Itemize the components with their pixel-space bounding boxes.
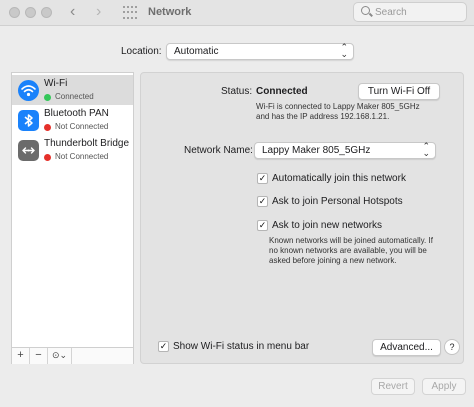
location-label: Location:: [121, 46, 162, 57]
service-status: Not Connected: [55, 122, 109, 131]
new-networks-label: Ask to join new networks: [272, 220, 383, 231]
service-name: Thunderbolt Bridge: [44, 138, 130, 149]
auto-join-checkbox[interactable]: ✓: [257, 173, 268, 184]
detail-panel: Status: Connected Turn Wi-Fi Off Wi-Fi i…: [140, 72, 464, 364]
personal-hotspots-checkbox[interactable]: ✓: [257, 196, 268, 207]
zoom-window-button[interactable]: [41, 7, 52, 18]
service-list: Wi-Fi Connected Bluetooth PAN Not Connec…: [11, 72, 134, 364]
status-dot-icon: [44, 154, 51, 161]
thunderbolt-bridge-icon: [18, 140, 39, 161]
turn-wifi-off-button[interactable]: Turn Wi-Fi Off: [358, 83, 440, 100]
show-menu-bar-checkbox[interactable]: ✓: [158, 341, 169, 352]
new-networks-checkbox[interactable]: ✓: [257, 220, 268, 231]
back-icon[interactable]: ‹: [70, 3, 75, 21]
service-status: Not Connected: [55, 152, 109, 161]
show-all-grid-icon[interactable]: [123, 6, 137, 20]
status-dot-icon: [44, 94, 51, 101]
help-button[interactable]: ?: [444, 339, 460, 355]
apply-button[interactable]: Apply: [422, 378, 466, 395]
join-note-line-1: Known networks will be joined automatica…: [269, 236, 433, 245]
action-menu-button[interactable]: ⊙⌄: [48, 348, 72, 364]
service-status: Connected: [55, 92, 94, 101]
personal-hotspots-label: Ask to join Personal Hotspots: [272, 196, 403, 207]
service-name: Bluetooth PAN: [44, 108, 109, 119]
status-description-line-1: Wi-Fi is connected to Lappy Maker 805_5G…: [256, 102, 420, 111]
advanced-button[interactable]: Advanced...: [372, 339, 441, 356]
remove-service-button[interactable]: −: [30, 348, 48, 364]
wifi-icon: [18, 80, 39, 101]
add-service-button[interactable]: +: [12, 348, 30, 364]
network-name-label: Network Name:: [184, 145, 253, 156]
service-item-wifi[interactable]: Wi-Fi Connected: [12, 75, 133, 105]
join-note-line-3: asked before joining a new network.: [269, 256, 397, 265]
search-placeholder: Search: [375, 7, 407, 18]
bluetooth-icon: [18, 110, 39, 131]
minimize-window-button[interactable]: [25, 7, 36, 18]
service-item-thunderbolt-bridge[interactable]: Thunderbolt Bridge Not Connected: [12, 135, 133, 165]
service-list-toolbar: + − ⊙⌄: [12, 347, 133, 364]
status-value: Connected: [256, 86, 308, 97]
title-bar: ‹ › Network Search: [0, 0, 474, 26]
status-dot-icon: [44, 124, 51, 131]
join-note-line-2: no known networks are available, you wil…: [269, 246, 427, 255]
location-value: Automatic: [174, 46, 219, 57]
close-window-button[interactable]: [9, 7, 20, 18]
auto-join-label: Automatically join this network: [272, 173, 406, 184]
show-menu-bar-label: Show Wi-Fi status in menu bar: [173, 341, 310, 352]
window-title: Network: [148, 6, 192, 18]
network-name-popup[interactable]: Lappy Maker 805_5GHz ⌃ ⌄: [254, 142, 436, 159]
status-label: Status:: [221, 86, 253, 97]
status-description-line-2: and has the IP address 192.168.1.21.: [256, 112, 390, 121]
search-field[interactable]: Search: [353, 2, 467, 22]
forward-icon[interactable]: ›: [96, 3, 101, 21]
chevron-updown-icon: ⌃ ⌄: [422, 141, 430, 158]
revert-button[interactable]: Revert: [371, 378, 415, 395]
location-popup[interactable]: Automatic ⌃ ⌄: [166, 43, 354, 60]
service-item-bluetooth-pan[interactable]: Bluetooth PAN Not Connected: [12, 105, 133, 135]
service-name: Wi-Fi: [44, 78, 68, 89]
search-icon: [361, 6, 370, 15]
chevron-updown-icon: ⌃ ⌄: [340, 42, 348, 59]
network-name-value: Lappy Maker 805_5GHz: [262, 145, 371, 156]
